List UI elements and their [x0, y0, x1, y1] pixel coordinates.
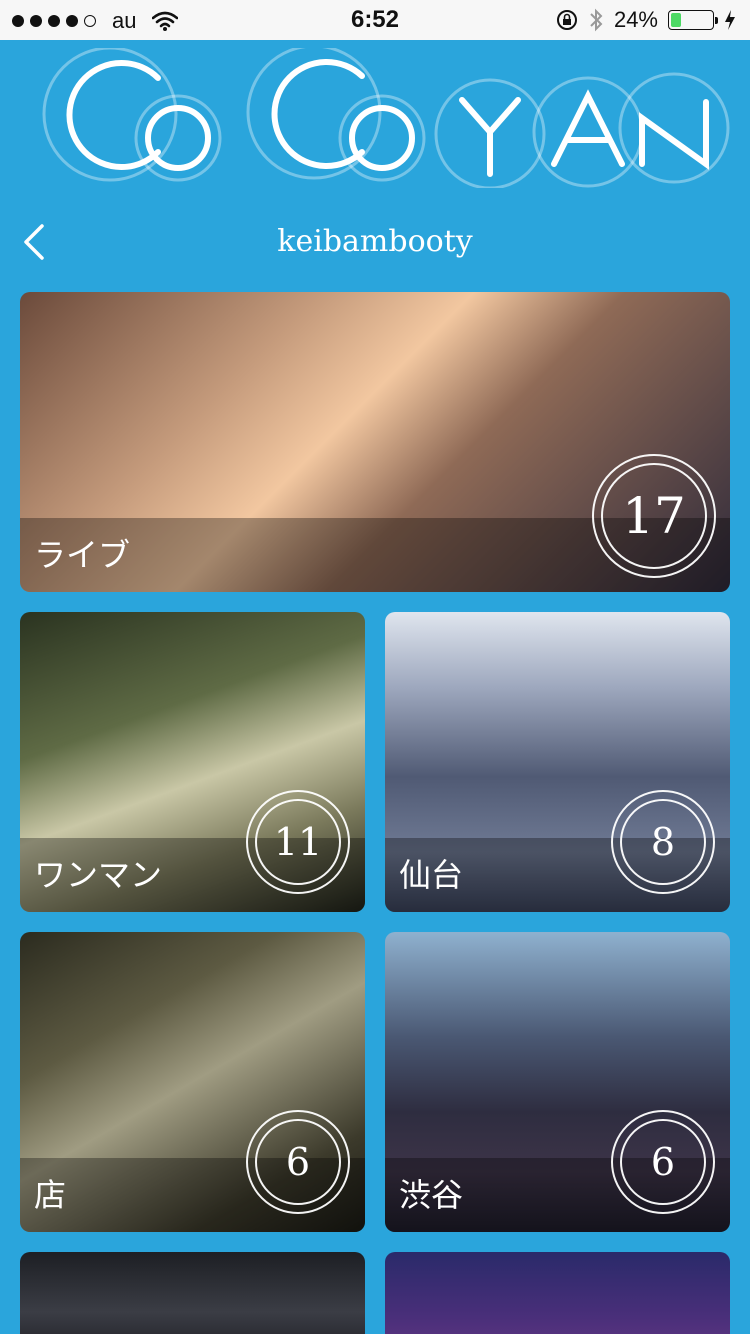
photo-count-badge: 8 [611, 790, 715, 894]
photo-count: 6 [255, 1119, 341, 1205]
battery-icon [668, 10, 718, 30]
app-logo [42, 48, 730, 188]
photo-count-badge: 6 [611, 1110, 715, 1214]
page-title: keibambooty [277, 224, 473, 259]
status-bar-right: 24% [556, 7, 736, 33]
status-bar: au 6:52 24% [0, 0, 750, 40]
album-tile[interactable] [385, 1252, 730, 1334]
album-tile[interactable]: 仙台 8 [385, 612, 730, 912]
photo-count: 11 [255, 799, 341, 885]
photo-count-badge: 6 [246, 1110, 350, 1214]
album-label: ライブ [34, 536, 131, 574]
bluetooth-icon [590, 8, 603, 32]
album-tile[interactable]: 渋谷 6 [385, 932, 730, 1232]
photo-count-badge: 11 [246, 790, 350, 894]
photo-count: 8 [620, 799, 706, 885]
photo-count: 17 [601, 463, 707, 569]
battery-percent: 24% [613, 7, 658, 32]
photo-count: 6 [620, 1119, 706, 1205]
battery-fill [671, 13, 681, 27]
album-tile[interactable]: 店 6 [20, 932, 365, 1232]
charging-icon [725, 10, 735, 30]
album-label: 仙台 [399, 856, 464, 894]
album-label: 店 [34, 1176, 67, 1214]
orientation-lock-icon [556, 10, 577, 30]
album-label: ワンマン [34, 856, 163, 894]
photo-count-badge: 17 [592, 454, 716, 578]
album-tile[interactable]: ライブ 17 [20, 292, 730, 592]
album-label: 渋谷 [399, 1176, 464, 1214]
album-cover-image [385, 1252, 730, 1334]
album-tile[interactable] [20, 1252, 365, 1334]
album-cover-image [20, 1252, 365, 1334]
album-tile[interactable]: ワンマン 11 [20, 612, 365, 912]
